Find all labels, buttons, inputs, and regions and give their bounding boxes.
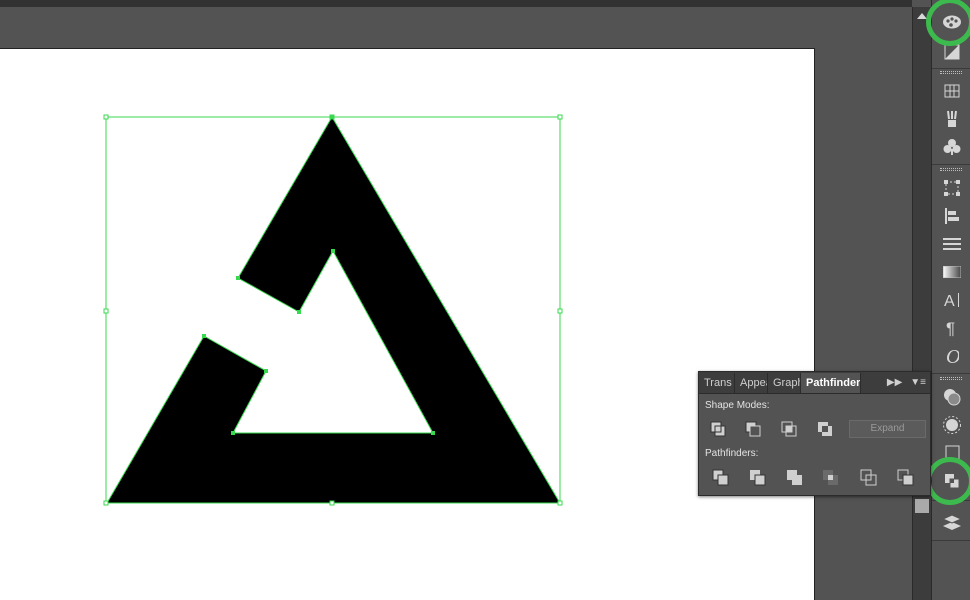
divide-icon[interactable] <box>712 469 730 487</box>
gradient-icon[interactable] <box>932 258 970 286</box>
tab-appearance[interactable]: Appea <box>735 373 768 393</box>
paragraph-icon[interactable]: ¶ <box>932 314 970 342</box>
gradient-swatch-icon[interactable] <box>932 38 970 66</box>
intersect-icon[interactable] <box>780 420 798 438</box>
appearance-icon[interactable] <box>932 411 970 439</box>
unite-icon[interactable] <box>709 420 727 438</box>
panel-tabs: Trans Appea Graph Pathfinder ▶▶ ▼≡ <box>699 372 930 394</box>
transparency-icon[interactable] <box>932 383 970 411</box>
tab-graphic-styles[interactable]: Graph <box>768 373 801 393</box>
align-icon[interactable] <box>932 202 970 230</box>
brushes-icon[interactable] <box>932 105 970 133</box>
symbols-icon[interactable] <box>932 133 970 161</box>
crop-icon[interactable] <box>822 469 840 487</box>
black-triangle-logo[interactable] <box>106 116 561 504</box>
panel-dock: A ¶ O <box>931 0 970 600</box>
stroke-icon[interactable] <box>932 230 970 258</box>
exclude-icon[interactable] <box>816 420 834 438</box>
panel-collapse-icon[interactable]: ▶▶ <box>883 373 906 393</box>
panel-menu-icon[interactable]: ▼≡ <box>906 373 930 393</box>
vertical-scrollbar[interactable] <box>912 7 931 600</box>
pathfinders-label: Pathfinders: <box>705 448 759 459</box>
canvas-art <box>103 114 563 506</box>
svg-text:A: A <box>944 293 955 309</box>
svg-text:¶: ¶ <box>946 319 955 337</box>
transform-icon[interactable] <box>932 174 970 202</box>
tab-pathfinder[interactable]: Pathfinder <box>801 373 861 393</box>
tab-transform[interactable]: Trans <box>699 373 735 393</box>
palette-icon[interactable] <box>932 8 970 36</box>
scroll-thumb[interactable] <box>915 499 929 513</box>
layers-icon[interactable] <box>932 508 970 536</box>
merge-icon[interactable] <box>786 469 804 487</box>
pathfinder-icon[interactable] <box>932 467 970 495</box>
svg-text:O: O <box>946 346 959 366</box>
grid-icon[interactable] <box>932 77 970 105</box>
pathfinder-panel: Trans Appea Graph Pathfinder ▶▶ ▼≡ Shape… <box>698 371 931 496</box>
character-icon[interactable]: A <box>932 286 970 314</box>
opentype-icon[interactable]: O <box>932 342 970 370</box>
graphic-styles-icon[interactable] <box>932 439 970 467</box>
expand-button[interactable]: Expand <box>849 420 926 438</box>
minus-front-icon[interactable] <box>744 420 762 438</box>
shape-modes-label: Shape Modes: <box>705 400 770 411</box>
outline-icon[interactable] <box>860 469 878 487</box>
trim-icon[interactable] <box>749 469 767 487</box>
minus-back-icon[interactable] <box>897 469 915 487</box>
scroll-up-arrow-icon[interactable] <box>917 13 927 19</box>
